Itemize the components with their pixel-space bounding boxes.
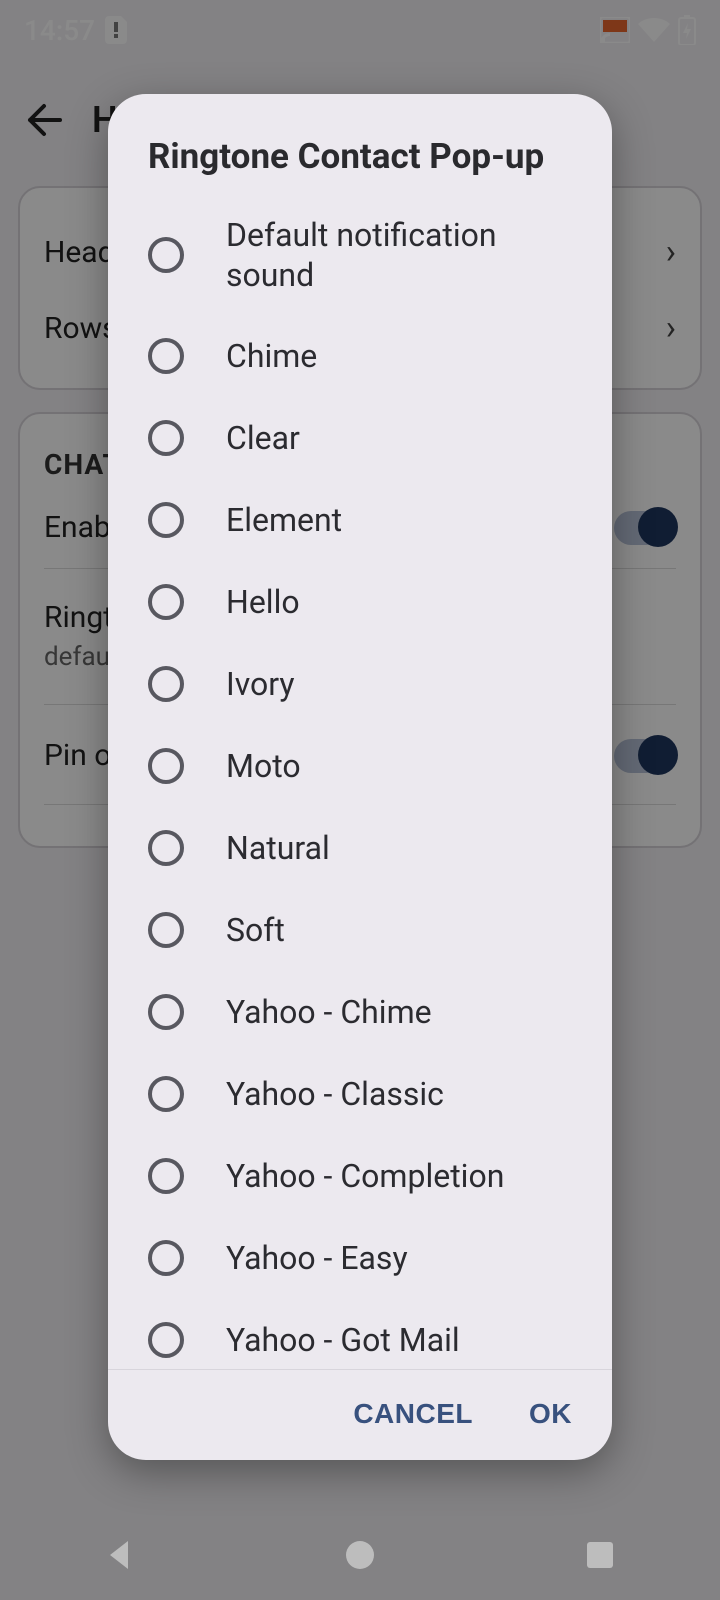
option-label: Chime (226, 336, 317, 376)
dialog-actions: CANCEL OK (108, 1369, 612, 1460)
ringtone-option[interactable]: Default notification sound (108, 195, 612, 315)
ringtone-option[interactable]: Element (108, 479, 612, 561)
ringtone-option[interactable]: Soft (108, 889, 612, 971)
ringtone-option[interactable]: Yahoo - Got Mail (108, 1299, 612, 1369)
option-label: Yahoo - Got Mail (226, 1320, 460, 1360)
radio-icon[interactable] (148, 502, 184, 538)
ringtone-option[interactable]: Clear (108, 397, 612, 479)
option-label: Yahoo - Easy (226, 1238, 408, 1278)
system-navbar (0, 1510, 720, 1600)
ringtone-option[interactable]: Natural (108, 807, 612, 889)
nav-home-icon[interactable] (342, 1537, 378, 1573)
option-label: Soft (226, 910, 285, 950)
radio-icon[interactable] (148, 338, 184, 374)
ringtone-option[interactable]: Moto (108, 725, 612, 807)
radio-icon[interactable] (148, 830, 184, 866)
radio-icon[interactable] (148, 584, 184, 620)
ringtone-option[interactable]: Hello (108, 561, 612, 643)
radio-icon[interactable] (148, 666, 184, 702)
option-label: Clear (226, 418, 300, 458)
option-label: Default notification sound (226, 215, 572, 295)
ringtone-option[interactable]: Ivory (108, 643, 612, 725)
radio-icon[interactable] (148, 1240, 184, 1276)
option-label: Moto (226, 746, 301, 786)
ringtone-option[interactable]: Yahoo - Completion (108, 1135, 612, 1217)
ok-button[interactable]: OK (529, 1398, 572, 1430)
ringtone-option[interactable]: Chime (108, 315, 612, 397)
ringtone-option[interactable]: Yahoo - Classic (108, 1053, 612, 1135)
radio-icon[interactable] (148, 1158, 184, 1194)
option-label: Yahoo - Classic (226, 1074, 444, 1114)
ringtone-option-list[interactable]: Default notification sound Chime Clear E… (108, 195, 612, 1369)
cancel-button[interactable]: CANCEL (353, 1398, 473, 1430)
option-label: Element (226, 500, 342, 540)
nav-recent-icon[interactable] (582, 1537, 618, 1573)
radio-icon[interactable] (148, 1076, 184, 1112)
radio-icon[interactable] (148, 1322, 184, 1358)
radio-icon[interactable] (148, 748, 184, 784)
option-label: Hello (226, 582, 300, 622)
radio-icon[interactable] (148, 237, 184, 273)
radio-icon[interactable] (148, 420, 184, 456)
option-label: Yahoo - Completion (226, 1156, 504, 1196)
radio-icon[interactable] (148, 912, 184, 948)
dialog-title: Ringtone Contact Pop-up (108, 94, 612, 195)
ringtone-option[interactable]: Yahoo - Chime (108, 971, 612, 1053)
nav-back-icon[interactable] (102, 1537, 138, 1573)
option-label: Yahoo - Chime (226, 992, 432, 1032)
option-label: Ivory (226, 664, 294, 704)
ringtone-option[interactable]: Yahoo - Easy (108, 1217, 612, 1299)
radio-icon[interactable] (148, 994, 184, 1030)
option-label: Natural (226, 828, 330, 868)
ringtone-dialog: Ringtone Contact Pop-up Default notifica… (108, 94, 612, 1460)
